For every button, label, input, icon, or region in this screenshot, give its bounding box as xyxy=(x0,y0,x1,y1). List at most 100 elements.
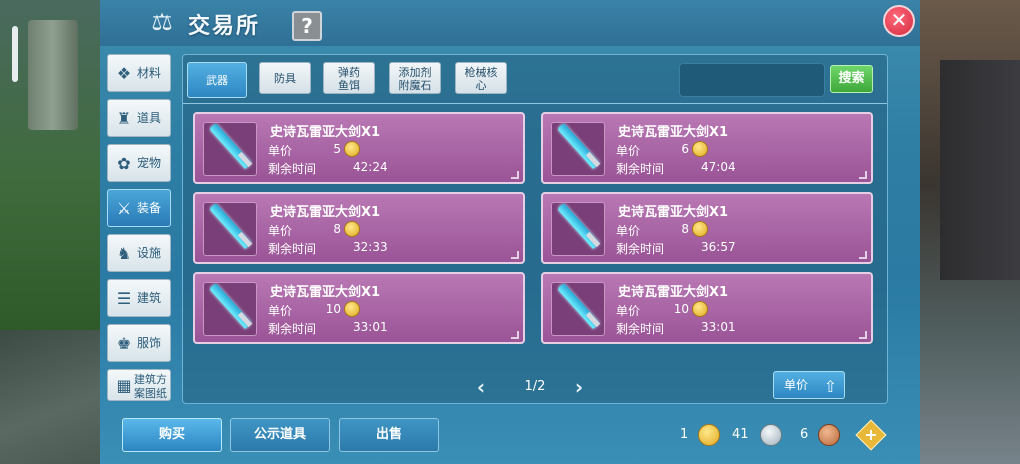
page-indicator: 1/2 xyxy=(524,379,546,394)
listing-card[interactable]: 史诗瓦雷亚大剑X1 单价 6 剩余时间 47:04 xyxy=(541,112,873,184)
silver-coin-icon xyxy=(760,424,782,446)
tab-label: 防具 xyxy=(274,72,296,85)
close-icon: ✕ xyxy=(890,8,908,32)
equip-icon: ⚔ xyxy=(116,199,132,218)
sidebar-item-label: 装备 xyxy=(137,201,162,215)
search-button[interactable]: 搜索 xyxy=(830,65,873,93)
sidebar-item-label: 材料 xyxy=(137,66,162,80)
listing-card[interactable]: 史诗瓦雷亚大剑X1 单价 8 剩余时间 36:57 xyxy=(541,192,873,264)
background-pillar xyxy=(28,20,78,130)
building-icon: ☰ xyxy=(116,289,132,308)
sidebar-item-facilities[interactable]: ♞ 设施 xyxy=(107,234,171,272)
sidebar-item-pets[interactable]: ✿ 宠物 xyxy=(107,144,171,182)
sidebar-item-items[interactable]: ♜ 道具 xyxy=(107,99,171,137)
price-label: 单价 xyxy=(268,304,293,318)
item-name: 史诗瓦雷亚大剑X1 xyxy=(270,205,381,220)
price-label: 单价 xyxy=(616,304,641,318)
tab-label: 添加剂 附魔石 xyxy=(398,66,432,92)
sidebar-item-label: 设施 xyxy=(137,246,162,260)
sidebar-item-label: 服饰 xyxy=(137,336,162,350)
time-label: 剩余时间 xyxy=(268,322,317,336)
sort-label: 单价 xyxy=(784,378,809,392)
title-bar: ⚖ 交易所 ? ✕ xyxy=(100,0,920,46)
tab-armor[interactable]: 防具 xyxy=(259,62,311,94)
price-label: 单价 xyxy=(616,224,641,238)
corner-marker xyxy=(859,331,867,339)
ore-icon: ❖ xyxy=(116,64,132,83)
price-label: 单价 xyxy=(268,224,293,238)
item-price: 8 xyxy=(333,222,341,236)
gold-coin-icon xyxy=(344,301,360,317)
item-price: 10 xyxy=(673,302,689,316)
chevron-left-icon: ‹ xyxy=(476,375,486,399)
sidebar-item-blueprints[interactable]: ▦ 建筑方案图纸 xyxy=(107,369,171,401)
background-road xyxy=(0,330,100,464)
gold-coin-icon xyxy=(344,141,360,157)
chevron-right-icon: › xyxy=(574,375,584,399)
clothing-icon: ♚ xyxy=(116,334,132,353)
time-label: 剩余时间 xyxy=(268,162,317,176)
remaining-time: 47:04 xyxy=(701,160,736,174)
background-wall xyxy=(940,60,1020,280)
next-page-button[interactable]: › xyxy=(569,377,589,397)
tab-ammo-bait[interactable]: 弹药 鱼饵 xyxy=(323,62,375,94)
greatsword-icon xyxy=(203,122,257,176)
corner-marker xyxy=(511,331,519,339)
item-name: 史诗瓦雷亚大剑X1 xyxy=(618,125,729,140)
item-price: 10 xyxy=(325,302,341,316)
greatsword-icon xyxy=(203,282,257,336)
remaining-time: 33:01 xyxy=(353,320,388,334)
corner-marker xyxy=(859,171,867,179)
public-items-button[interactable]: 公示道具 xyxy=(230,418,330,452)
silver-amount: 41 xyxy=(732,427,749,442)
close-button[interactable]: ✕ xyxy=(883,5,915,37)
sidebar-item-label: 建筑方案图纸 xyxy=(134,373,167,400)
buy-button[interactable]: 购买 xyxy=(122,418,222,452)
tab-gun-core[interactable]: 枪械核 心 xyxy=(455,62,507,94)
remaining-time: 33:01 xyxy=(701,320,736,334)
tab-weapons[interactable]: 武器 xyxy=(187,62,247,98)
copper-coin-icon xyxy=(818,424,840,446)
listing-content: 武器 防具 弹药 鱼饵 添加剂 附魔石 枪械核 心 搜索 史诗瓦雷亚大剑X1 单… xyxy=(182,54,888,404)
blueprint-icon: ▦ xyxy=(116,376,132,395)
potion-icon: ♜ xyxy=(116,109,132,128)
greatsword-icon xyxy=(551,282,605,336)
gold-amount: 1 xyxy=(680,427,689,442)
paw-icon: ✿ xyxy=(117,154,131,173)
item-name: 史诗瓦雷亚大剑X1 xyxy=(270,125,381,140)
greatsword-icon xyxy=(551,122,605,176)
item-name: 史诗瓦雷亚大剑X1 xyxy=(618,205,729,220)
time-label: 剩余时间 xyxy=(268,242,317,256)
game-background-right xyxy=(920,0,1020,464)
prev-page-button[interactable]: ‹ xyxy=(471,377,491,397)
greatsword-icon xyxy=(551,202,605,256)
sidebar-item-equipment[interactable]: ⚔ 装备 xyxy=(107,189,171,227)
item-name: 史诗瓦雷亚大剑X1 xyxy=(618,285,729,300)
listing-card[interactable]: 史诗瓦雷亚大剑X1 单价 5 剩余时间 42:24 xyxy=(193,112,525,184)
sidebar-item-clothing[interactable]: ♚ 服饰 xyxy=(107,324,171,362)
listing-card[interactable]: 史诗瓦雷亚大剑X1 单价 8 剩余时间 32:33 xyxy=(193,192,525,264)
sell-button[interactable]: 出售 xyxy=(339,418,439,452)
remaining-time: 36:57 xyxy=(701,240,736,254)
sidebar-item-materials[interactable]: ❖ 材料 xyxy=(107,54,171,92)
add-currency-button[interactable]: + xyxy=(855,419,887,451)
tab-label: 弹药 鱼饵 xyxy=(338,66,360,92)
item-price: 8 xyxy=(681,222,689,236)
listing-card[interactable]: 史诗瓦雷亚大剑X1 单价 10 剩余时间 33:01 xyxy=(193,272,525,344)
gold-coin-icon xyxy=(692,141,708,157)
tab-label: 武器 xyxy=(206,74,228,87)
price-label: 单价 xyxy=(268,144,293,158)
gold-coin-icon xyxy=(698,424,720,446)
facility-icon: ♞ xyxy=(116,244,132,263)
help-button[interactable]: ? xyxy=(292,11,322,41)
listing-card[interactable]: 史诗瓦雷亚大剑X1 单价 10 剩余时间 33:01 xyxy=(541,272,873,344)
tab-additives[interactable]: 添加剂 附魔石 xyxy=(389,62,441,94)
sort-by-price-button[interactable]: 单价 ⇧ xyxy=(773,371,845,399)
item-price: 6 xyxy=(681,142,689,156)
gold-coin-icon xyxy=(692,301,708,317)
sidebar-item-label: 建筑 xyxy=(137,291,162,305)
exchange-panel: ⚖ 交易所 ? ✕ ❖ 材料 ♜ 道具 ✿ 宠物 ⚔ 装备 ♞ 设施 ☰ 建筑 xyxy=(100,0,920,464)
search-input[interactable] xyxy=(679,63,825,97)
remaining-time: 42:24 xyxy=(353,160,388,174)
sidebar-item-buildings[interactable]: ☰ 建筑 xyxy=(107,279,171,317)
